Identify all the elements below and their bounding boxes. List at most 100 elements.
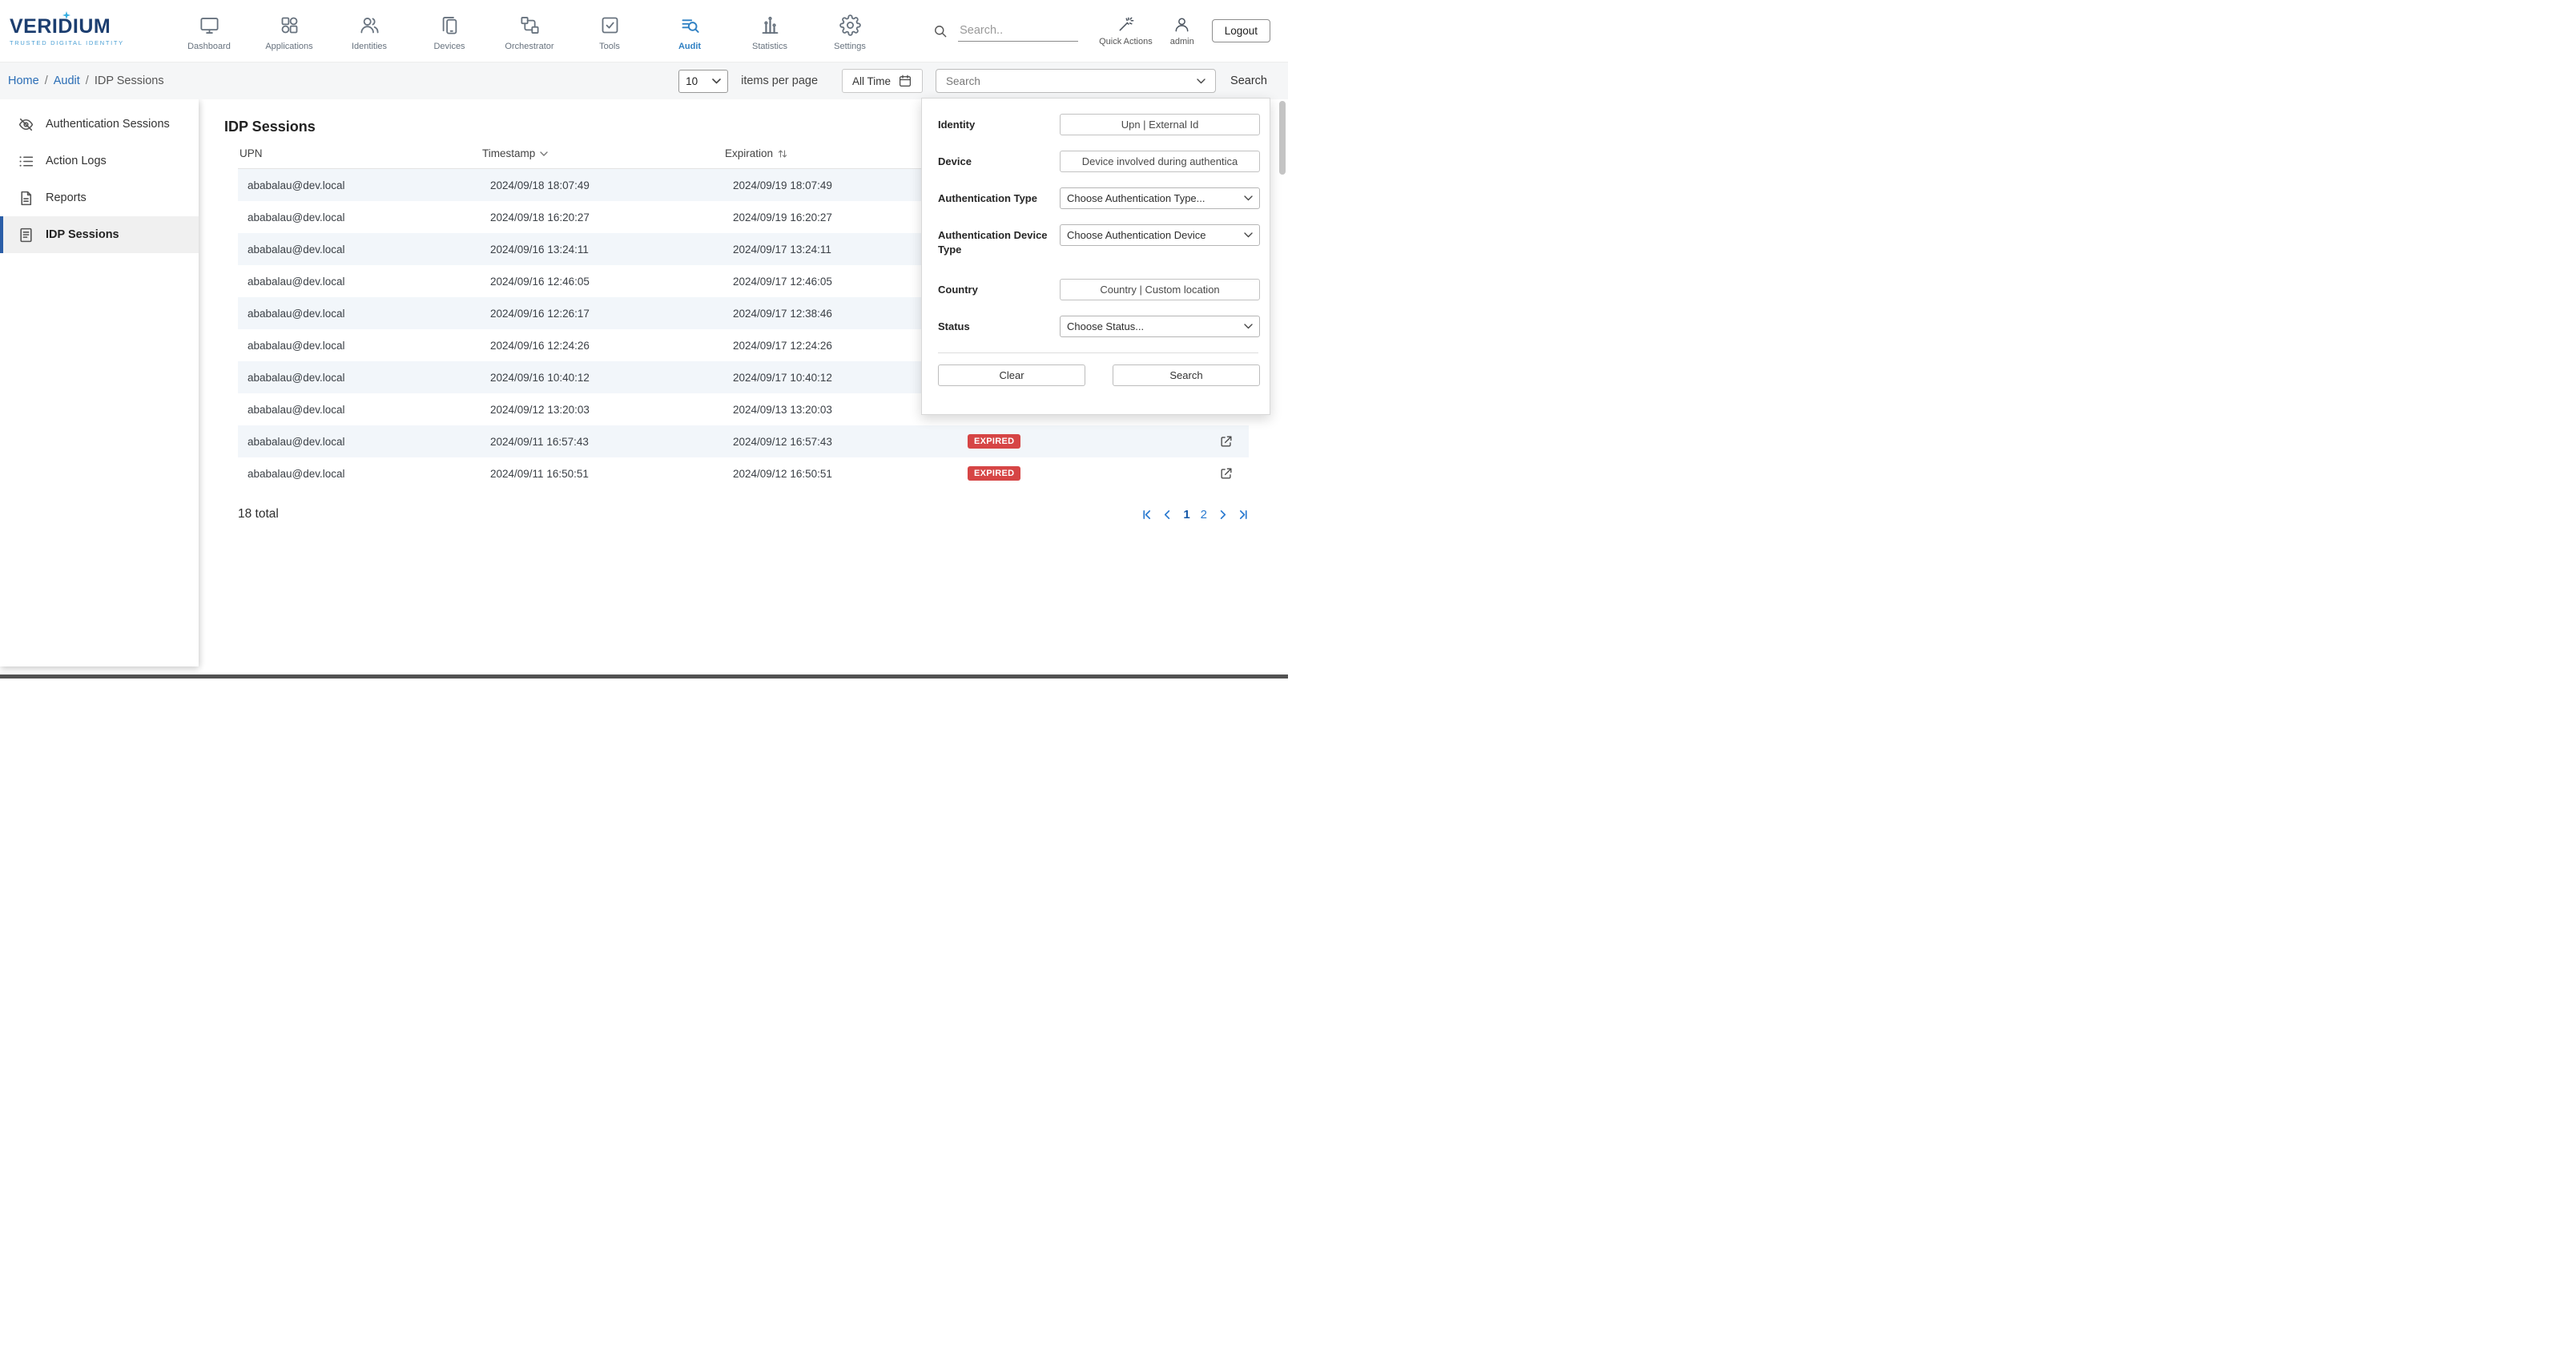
country-filter-input[interactable] [1060, 279, 1260, 300]
sidebar-item-reports[interactable]: Reports [0, 179, 199, 216]
logout-button[interactable]: Logout [1212, 19, 1270, 42]
nav-statistics[interactable]: Statistics [730, 11, 810, 51]
chevron-down-icon [1197, 79, 1205, 84]
nav-tools[interactable]: Tools [570, 11, 650, 51]
cell-upn: ababalau@dev.local [238, 276, 481, 288]
search-icon[interactable] [932, 23, 948, 39]
quick-actions-button[interactable]: Quick Actions [1099, 15, 1153, 46]
filter-actions: Clear Search [938, 364, 1260, 386]
search-filter-value: Search [946, 75, 980, 87]
filter-search-button[interactable]: Search [1113, 364, 1260, 386]
pagination-first-button[interactable] [1141, 509, 1152, 520]
table-row[interactable]: ababalau@dev.local 2024/09/11 16:57:43 2… [238, 425, 1249, 457]
pagination-page-1[interactable]: 1 [1183, 508, 1189, 521]
pagination-prev-button[interactable] [1162, 509, 1173, 520]
search-filter-dropdown[interactable]: Search [936, 69, 1216, 93]
sidebar-item-idp-sessions[interactable]: IDP Sessions [0, 216, 199, 253]
cell-upn: ababalau@dev.local [238, 179, 481, 191]
column-header-upn: UPN [238, 147, 481, 159]
scrollbar[interactable] [1279, 101, 1286, 175]
cell-status: EXPIRED [968, 434, 1204, 449]
orchestrator-icon [519, 14, 541, 36]
column-header-timestamp[interactable]: Timestamp [481, 147, 723, 159]
nav-dashboard[interactable]: Dashboard [169, 11, 249, 51]
veridium-logo[interactable]: VERIDIUM TRUSTED DIGITAL IDENTITY [10, 15, 158, 46]
sidebar-item-label: Action Logs [46, 155, 107, 167]
reports-icon [18, 190, 34, 207]
cell-timestamp: 2024/09/12 13:20:03 [481, 404, 723, 416]
nav-label: Dashboard [187, 42, 231, 51]
last-page-icon [1238, 509, 1249, 520]
items-per-page-select[interactable]: 10 [678, 70, 728, 93]
devices-icon [439, 14, 461, 36]
global-search [932, 20, 1078, 42]
filter-row-identity: Identity [938, 114, 1260, 135]
cell-upn: ababalau@dev.local [238, 372, 481, 384]
nav-applications[interactable]: Applications [249, 11, 329, 51]
cell-timestamp: 2024/09/18 18:07:49 [481, 179, 723, 191]
authentication-device-type-value: Choose Authentication Device [1067, 229, 1205, 241]
cell-timestamp: 2024/09/16 12:46:05 [481, 276, 723, 288]
filter-row-device: Device [938, 151, 1260, 172]
cell-status: EXPIRED [968, 466, 1204, 481]
sidebar-item-label: IDP Sessions [46, 228, 119, 241]
nav-label: Devices [433, 42, 465, 51]
nav-settings[interactable]: Settings [810, 11, 890, 51]
cell-upn: ababalau@dev.local [238, 340, 481, 352]
filter-label-authentication-device-type: Authentication Device Type [938, 224, 1060, 256]
cell-upn: ababalau@dev.local [238, 244, 481, 256]
global-search-input[interactable] [958, 20, 1078, 42]
nav-label: Audit [678, 42, 701, 51]
settings-gear-icon [839, 14, 861, 36]
nav-orchestrator[interactable]: Orchestrator [489, 11, 570, 51]
filter-label-status: Status [938, 316, 1060, 337]
total-count: 18 total [238, 507, 279, 521]
statistics-icon [759, 14, 781, 36]
pagination: 1 2 [1141, 508, 1249, 521]
pagination-last-button[interactable] [1238, 509, 1249, 520]
sidebar-item-authentication-sessions[interactable]: Authentication Sessions [0, 106, 199, 143]
breadcrumb-toolbar: Home / Audit / IDP Sessions 10 items per… [0, 62, 1288, 99]
breadcrumb-audit-link[interactable]: Audit [54, 74, 80, 87]
external-link-icon[interactable] [1219, 434, 1234, 449]
user-menu[interactable]: admin [1170, 15, 1194, 46]
items-per-page-label: items per page [741, 74, 818, 87]
identity-filter-input[interactable] [1060, 114, 1260, 135]
user-label: admin [1170, 37, 1194, 46]
table-row[interactable]: ababalau@dev.local 2024/09/11 16:50:51 2… [238, 457, 1249, 489]
nav-audit[interactable]: Audit [650, 11, 730, 51]
cell-timestamp: 2024/09/11 16:50:51 [481, 468, 723, 480]
time-filter-label: All Time [852, 75, 891, 87]
authentication-type-select[interactable]: Choose Authentication Type... [1060, 187, 1260, 209]
status-badge: EXPIRED [968, 466, 1020, 481]
filter-clear-button[interactable]: Clear [938, 364, 1085, 386]
time-filter-button[interactable]: All Time [842, 69, 923, 93]
identities-icon [359, 14, 380, 36]
action-logs-icon [18, 153, 34, 170]
authentication-device-type-select[interactable]: Choose Authentication Device [1060, 224, 1260, 246]
nav-label: Orchestrator [505, 42, 553, 51]
nav-identities[interactable]: Identities [329, 11, 409, 51]
pagination-page-2[interactable]: 2 [1201, 508, 1207, 521]
filter-panel-divider [938, 352, 1258, 353]
cell-upn: ababalau@dev.local [238, 404, 481, 416]
chevron-down-icon [1244, 195, 1253, 201]
idp-sessions-icon [18, 227, 34, 244]
eye-off-icon [18, 116, 34, 133]
pagination-next-button[interactable] [1218, 509, 1228, 520]
breadcrumb-current: IDP Sessions [95, 74, 164, 87]
status-select[interactable]: Choose Status... [1060, 316, 1260, 337]
breadcrumb-home-link[interactable]: Home [8, 74, 39, 87]
filter-label-authentication-type: Authentication Type [938, 187, 1060, 209]
cell-timestamp: 2024/09/16 12:24:26 [481, 340, 723, 352]
sidebar-item-action-logs[interactable]: Action Logs [0, 143, 199, 179]
cell-timestamp: 2024/09/18 16:20:27 [481, 211, 723, 223]
magic-wand-icon [1117, 15, 1135, 34]
toolbar-search-button[interactable]: Search [1229, 71, 1269, 91]
filter-label-country: Country [938, 279, 1060, 300]
external-link-icon[interactable] [1219, 466, 1234, 481]
nav-devices[interactable]: Devices [409, 11, 489, 51]
next-page-icon [1218, 509, 1228, 520]
device-filter-input[interactable] [1060, 151, 1260, 172]
brand-name: VERIDIUM [10, 15, 111, 38]
